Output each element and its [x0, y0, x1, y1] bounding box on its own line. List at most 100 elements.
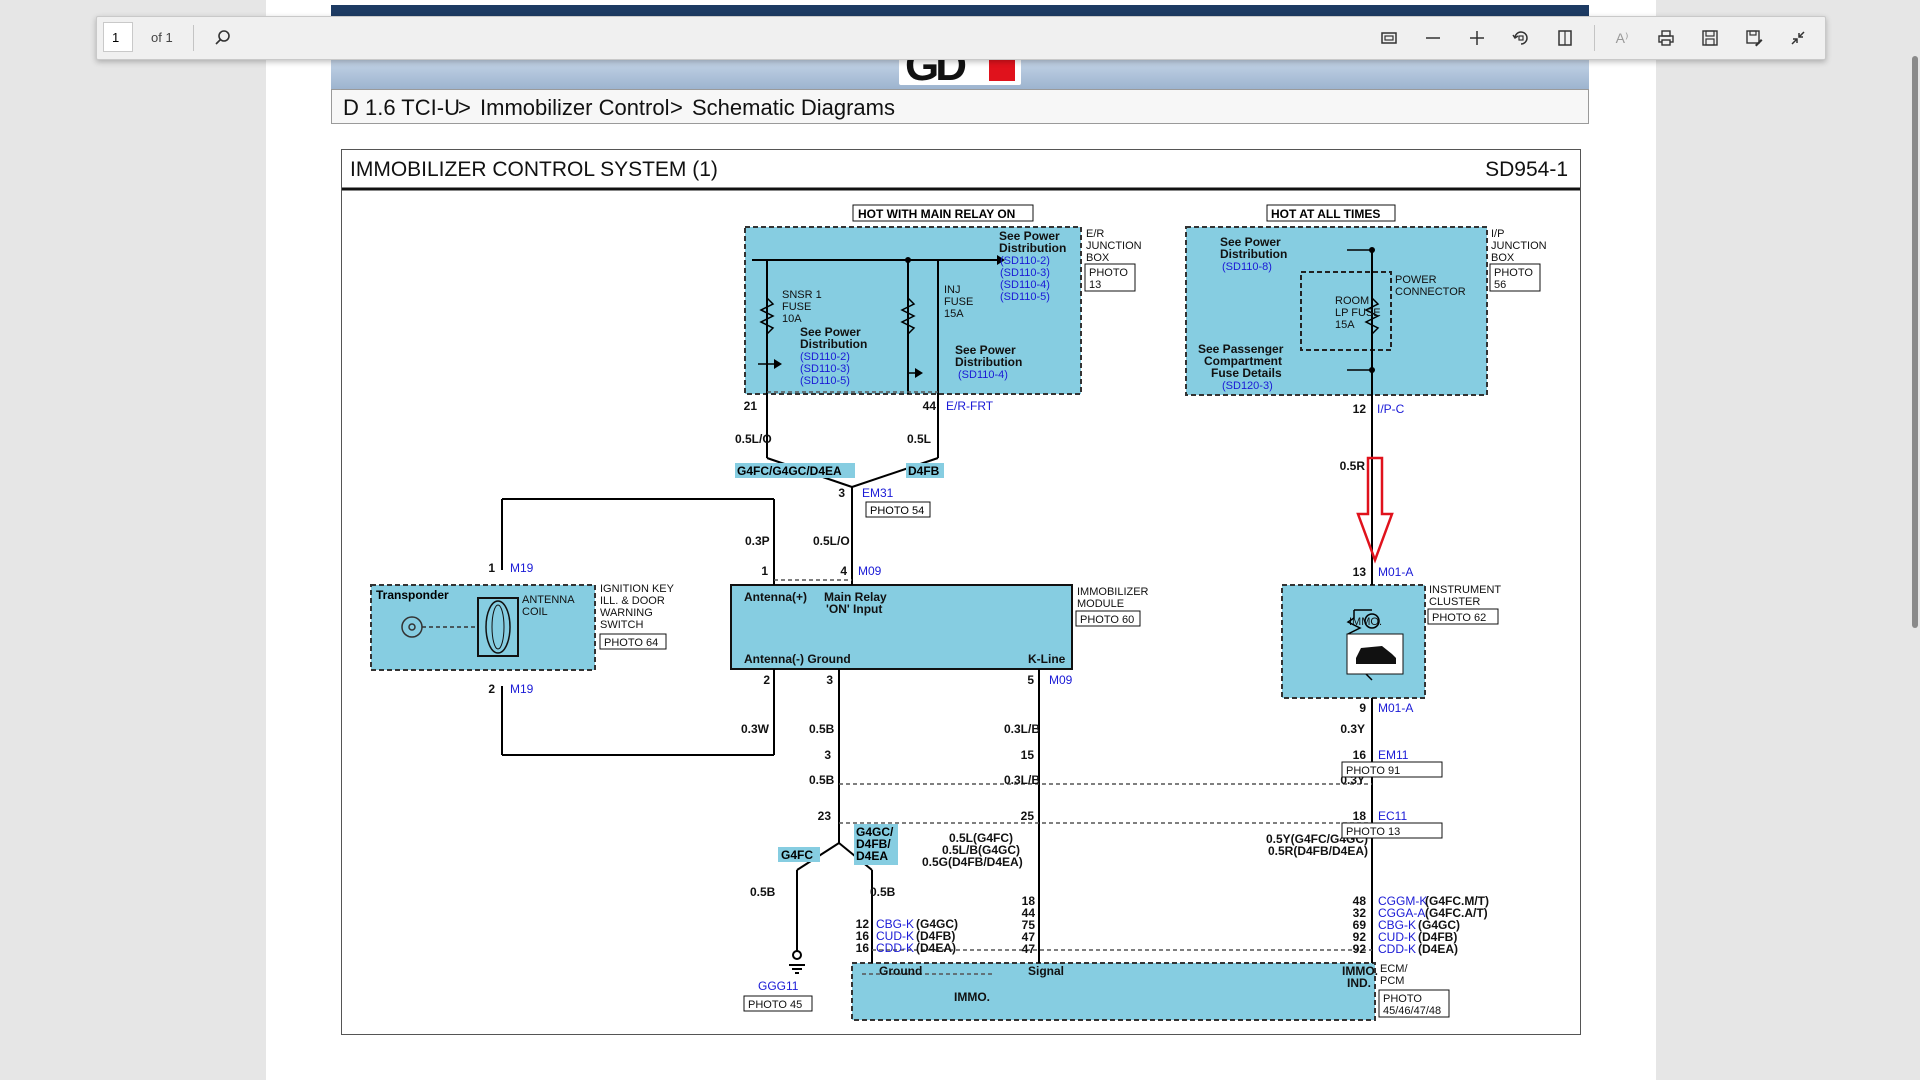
pin-label: 3	[826, 673, 833, 687]
search-button[interactable]	[206, 21, 240, 55]
variant-tag: D4EA	[856, 849, 888, 863]
ground-icon	[789, 950, 805, 974]
read-aloud-button[interactable]: A⁾	[1605, 21, 1639, 55]
ecm-pin-name: CDD-K	[876, 941, 914, 955]
ref-link[interactable]: (SD110-8)	[1222, 261, 1272, 273]
ip-photo-label: PHOTO	[1494, 267, 1533, 279]
pin-label: 16	[856, 941, 870, 955]
module-label: IMMOBILIZER	[1077, 586, 1149, 598]
see-power-label: Distribution	[800, 337, 867, 351]
see-power-label: Distribution	[1220, 247, 1287, 261]
snsr-fuse-label: 10A	[782, 313, 802, 325]
ref-link[interactable]: (SD110-4)	[958, 369, 1008, 381]
wire-label: 0.5B	[870, 885, 896, 899]
variant-label: (D4EA)	[916, 941, 956, 955]
ref-link[interactable]: (SD120-3)	[1222, 380, 1273, 392]
connector-label: M19	[510, 682, 534, 696]
er-photo-label: 13	[1089, 279, 1101, 291]
exit-fullscreen-button[interactable]	[1781, 21, 1815, 55]
diagram-code: SD954-1	[1485, 158, 1568, 181]
pin-label: 1	[488, 561, 495, 575]
connector-label: EM11	[1378, 748, 1409, 762]
ref-link[interactable]: (SD110-3)	[800, 363, 850, 375]
pin-label: 4	[840, 564, 847, 578]
zoom-in-button[interactable]	[1460, 21, 1494, 55]
photo-ref: PHOTO 64	[604, 637, 658, 649]
connector-label: E/R-FRT	[946, 399, 994, 413]
pin-label: 18	[1353, 809, 1367, 823]
pin-label: 16	[1353, 748, 1367, 762]
antenna-coil-label: ANTENNA	[522, 594, 575, 606]
diagram-title: IMMOBILIZER CONTROL SYSTEM (1)	[350, 158, 718, 181]
transponder-label: Transponder	[376, 588, 449, 602]
connector-label: M09	[858, 564, 882, 578]
save-button[interactable]	[1693, 21, 1727, 55]
ref-link[interactable]: (SD110-3)	[1000, 267, 1050, 279]
zoom-out-button[interactable]	[1416, 21, 1450, 55]
fit-page-button[interactable]	[1372, 21, 1406, 55]
ref-link[interactable]: (SD110-2)	[800, 351, 850, 363]
search-icon	[215, 30, 230, 45]
pin-label: 3	[824, 748, 831, 762]
connector-label: I/P-C	[1377, 402, 1405, 416]
page-number-input[interactable]	[103, 22, 133, 52]
snsr-fuse-label: SNSR 1	[782, 289, 822, 301]
inj-fuse-label: FUSE	[944, 296, 973, 308]
see-power-label: Distribution	[999, 241, 1066, 255]
module-pin-label: K-Line	[1028, 652, 1066, 666]
ecm-label: ECM/	[1380, 963, 1408, 975]
ref-link[interactable]: (SD110-5)	[800, 375, 850, 387]
connector-label: EM31	[862, 486, 894, 500]
er-photo-label: PHOTO	[1089, 267, 1128, 279]
photo-ref: PHOTO 13	[1346, 826, 1400, 838]
ground-label: GGG11	[758, 979, 799, 993]
annotation-arrow-icon	[1356, 456, 1394, 564]
inj-fuse-label: INJ	[944, 284, 961, 296]
ecm-pin-label: Ground	[879, 964, 922, 978]
ignition-switch-label: ILL. & DOOR	[600, 595, 665, 607]
ref-link[interactable]: (SD110-5)	[1000, 291, 1050, 303]
save-as-icon	[1746, 30, 1763, 47]
module-pin-label: Antenna(-) Ground	[744, 652, 851, 666]
schematic-diagram: IMMOBILIZER CONTROL SYSTEM (1) SD954-1 H…	[341, 149, 1581, 1035]
see-power-label: Distribution	[955, 355, 1022, 369]
ref-link[interactable]: (SD110-4)	[1000, 279, 1050, 291]
ip-box-label: I/P	[1491, 228, 1504, 240]
er-box-label: E/R	[1086, 228, 1104, 240]
pdf-toolbar: of 1 A⁾	[96, 16, 1826, 60]
photo-ref: PHOTO 54	[870, 505, 924, 517]
pin-label: 23	[818, 809, 832, 823]
photo-ref: PHOTO 60	[1080, 614, 1134, 626]
rotate-button[interactable]	[1504, 21, 1538, 55]
photo-ref: 45/46/47/48	[1383, 1005, 1441, 1017]
page-view-button[interactable]	[1548, 21, 1582, 55]
inj-fuse-label: 15A	[944, 308, 964, 320]
er-box-label: BOX	[1086, 252, 1110, 264]
pin-label: 15	[1021, 748, 1035, 762]
ecm-pin-name: CDD-K	[1378, 942, 1416, 956]
breadcrumb-item-immobilizer-control: Immobilizer Control	[480, 95, 670, 120]
ignition-switch-label: WARNING	[600, 607, 653, 619]
wire-label: 0.5L/O	[735, 432, 772, 446]
ignition-switch-label: IGNITION KEY	[600, 583, 675, 595]
ecm-function-label: IMMO.	[954, 990, 990, 1004]
ref-link[interactable]: (SD110-2)	[1000, 255, 1050, 267]
wire-label: 0.5B	[809, 773, 835, 787]
connector-label: EC11	[1378, 809, 1407, 823]
power-connector-label: POWER	[1395, 274, 1437, 286]
fit-page-icon	[1381, 32, 1397, 44]
breadcrumb-item-schematic-diagrams: Schematic Diagrams	[692, 95, 895, 120]
save-as-button[interactable]	[1737, 21, 1771, 55]
wire-label: 0.3P	[745, 534, 770, 548]
print-button[interactable]	[1649, 21, 1683, 55]
pin-label: 13	[1353, 565, 1367, 579]
wire-label: 0.5L	[907, 432, 931, 446]
vertical-scrollbar[interactable]	[1912, 56, 1918, 628]
module-pin-label: Antenna(+)	[744, 590, 807, 604]
ecm-pcm-box	[851, 962, 1376, 1021]
connector-label: M09	[1049, 673, 1073, 687]
page-view-icon	[1558, 30, 1572, 46]
wire-label: 0.5R(D4FB/D4EA)	[1268, 844, 1368, 858]
pin-label: 1	[761, 564, 768, 578]
pin-label: 3	[838, 486, 845, 500]
